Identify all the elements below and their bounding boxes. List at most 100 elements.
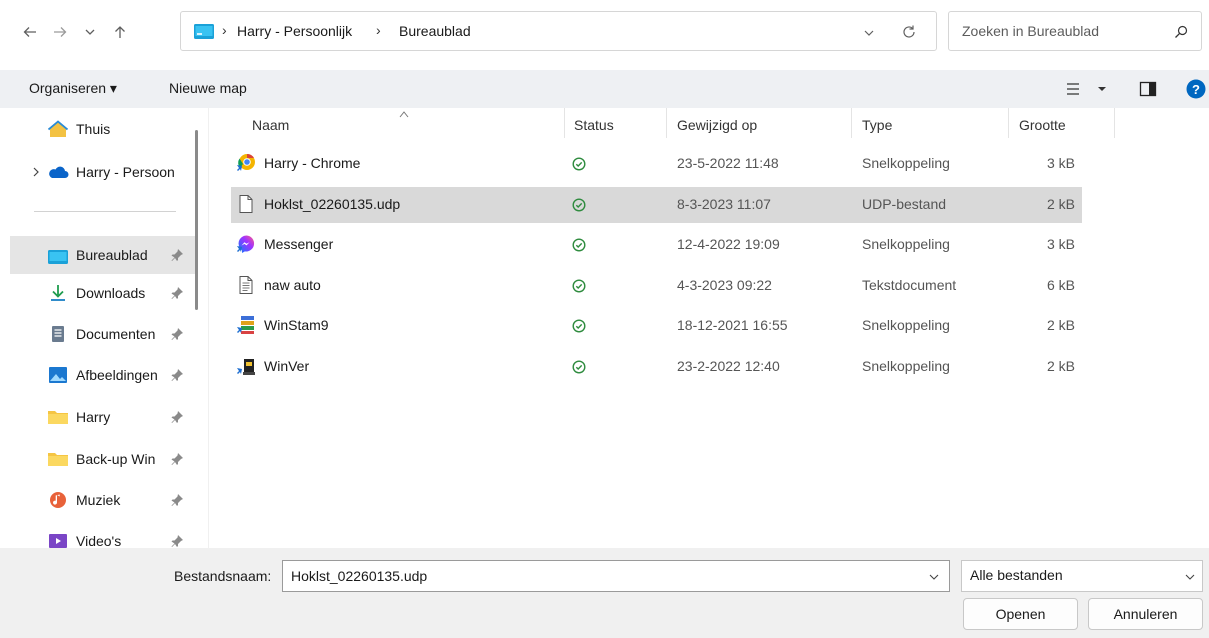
sidebar-item-videos[interactable]: Video's <box>10 522 196 548</box>
file-type: Snelkoppeling <box>862 358 950 374</box>
chevron-down-icon[interactable] <box>862 26 876 40</box>
column-header-name[interactable]: Naam <box>252 117 289 133</box>
column-divider[interactable] <box>564 108 565 138</box>
column-header-modified[interactable]: Gewijzigd op <box>677 117 757 133</box>
status-available-icon <box>572 279 586 293</box>
file-type: Snelkoppeling <box>862 236 950 252</box>
text-file-icon <box>239 276 253 294</box>
chevron-down-icon <box>85 29 95 35</box>
new-folder-button[interactable]: Nieuwe map <box>169 80 247 96</box>
file-row[interactable]: Hoklst_02260135.udp 8-3-2023 11:07 UDP-b… <box>231 187 1082 223</box>
recent-locations-button[interactable] <box>76 18 104 46</box>
forward-arrow-icon <box>54 27 67 37</box>
navigation-bar: › Harry - Persoonlijk › Bureaublad Zoeke… <box>0 0 1209 62</box>
refresh-icon[interactable] <box>900 23 918 41</box>
column-header-type[interactable]: Type <box>862 117 892 133</box>
pin-icon[interactable] <box>170 327 184 341</box>
pin-icon[interactable] <box>170 410 184 424</box>
help-icon: ? <box>1192 82 1200 97</box>
file-name: Messenger <box>264 236 334 252</box>
open-button[interactable]: Openen <box>963 598 1078 630</box>
column-divider[interactable] <box>851 108 852 138</box>
filename-input[interactable] <box>282 560 950 592</box>
sidebar-item-label: Video's <box>76 533 122 548</box>
up-button[interactable] <box>106 18 134 46</box>
help-button[interactable]: ? <box>1186 79 1206 99</box>
pin-icon[interactable] <box>170 286 184 300</box>
file-type: Snelkoppeling <box>862 155 950 171</box>
file-row[interactable]: WinVer 23-2-2022 12:40 Snelkoppeling 2 k… <box>231 349 1082 385</box>
folder-icon <box>48 453 68 466</box>
filetype-select[interactable]: Alle bestanden <box>961 560 1203 592</box>
breadcrumb-item[interactable]: Bureaublad <box>399 23 471 39</box>
view-options-button[interactable] <box>1065 79 1111 99</box>
search-icon <box>1175 25 1188 38</box>
sidebar-item-label: Downloads <box>76 285 146 301</box>
forward-button[interactable] <box>46 18 74 46</box>
chevron-down-icon <box>1185 574 1195 580</box>
sidebar-item-downloads[interactable]: Downloads <box>10 274 196 312</box>
file-name: naw auto <box>264 277 321 293</box>
file-row[interactable]: naw auto 4-3-2023 09:22 Tekstdocument 6 … <box>231 268 1082 304</box>
music-icon <box>50 492 66 508</box>
chevron-right-icon[interactable] <box>30 166 42 178</box>
breadcrumb-item[interactable]: Harry - Persoonlijk <box>237 23 352 39</box>
status-available-icon <box>572 319 586 333</box>
address-bar[interactable]: › Harry - Persoonlijk › Bureaublad <box>180 11 937 51</box>
sidebar-item-afbeeldingen[interactable]: Afbeeldingen <box>10 356 196 394</box>
home-icon <box>47 120 69 137</box>
file-name: WinStam9 <box>264 317 329 333</box>
pin-icon[interactable] <box>170 452 184 466</box>
file-row[interactable]: Harry - Chrome 23-5-2022 11:48 Snelkoppe… <box>231 146 1082 182</box>
documents-icon <box>52 326 64 342</box>
column-divider[interactable] <box>666 108 667 138</box>
sidebar-item-back-up-win[interactable]: Back-up Win <box>10 440 196 478</box>
up-arrow-icon <box>115 26 125 38</box>
list-view-icon <box>1067 83 1079 95</box>
column-divider[interactable] <box>1008 108 1009 138</box>
sort-ascending-icon <box>399 111 409 118</box>
filename-label: Bestandsnaam: <box>174 568 272 584</box>
sidebar-item-label: Bureaublad <box>76 247 148 263</box>
column-divider[interactable] <box>1114 108 1115 138</box>
file-row[interactable]: Messenger 12-4-2022 19:09 Snelkoppeling … <box>231 227 1082 263</box>
file-modified: 18-12-2021 16:55 <box>677 317 788 333</box>
status-available-icon <box>572 360 586 374</box>
sidebar-item-documenten[interactable]: Documenten <box>10 315 196 353</box>
sidebar-item-label: Harry <box>76 409 111 425</box>
sidebar-item-label: Afbeeldingen <box>76 367 158 383</box>
back-button[interactable] <box>16 18 44 46</box>
file-size: 3 kB <box>1046 155 1075 171</box>
desktop-folder-icon <box>194 24 214 39</box>
file-row[interactable]: WinStam9 18-12-2021 16:55 Snelkoppeling … <box>231 308 1082 344</box>
pin-icon[interactable] <box>170 248 184 262</box>
sidebar-item-muziek[interactable]: Muziek <box>10 481 196 519</box>
file-name: Hoklst_02260135.udp <box>264 196 401 212</box>
messenger-icon <box>237 235 255 253</box>
column-header-size[interactable]: Grootte <box>1019 117 1066 133</box>
search-input[interactable]: Zoeken in Bureaublad <box>948 11 1202 51</box>
sidebar-item-onedrive[interactable]: Harry - Persoon <box>10 153 196 191</box>
preview-pane-button[interactable] <box>1139 80 1157 98</box>
file-size: 6 kB <box>1046 277 1075 293</box>
desktop-folder-icon <box>48 250 68 264</box>
cancel-button[interactable]: Annuleren <box>1088 598 1203 630</box>
sidebar-scrollbar[interactable] <box>195 130 198 310</box>
folder-icon <box>48 411 68 424</box>
sidebar-item-label: Documenten <box>76 326 156 342</box>
sidebar-item-bureaublad[interactable]: Bureaublad <box>10 236 196 274</box>
pin-icon[interactable] <box>170 493 184 507</box>
navigation-pane: Thuis Harry - Persoon Bureaublad Downloa… <box>0 108 208 548</box>
file-modified: 23-2-2022 12:40 <box>677 358 780 374</box>
file-modified: 4-3-2023 09:22 <box>677 277 772 293</box>
sidebar-item-thuis[interactable]: Thuis <box>10 110 196 148</box>
file-modified: 12-4-2022 19:09 <box>677 236 780 252</box>
pin-icon[interactable] <box>170 368 184 382</box>
chevron-down-icon[interactable] <box>928 572 940 582</box>
file-modified: 23-5-2022 11:48 <box>677 155 779 171</box>
column-header-status[interactable]: Status <box>574 117 614 133</box>
organize-button[interactable]: Organiseren ▾ <box>29 80 117 97</box>
sidebar-item-harry[interactable]: Harry <box>10 398 196 436</box>
breadcrumb-separator: › <box>222 22 227 38</box>
pin-icon[interactable] <box>170 534 184 548</box>
